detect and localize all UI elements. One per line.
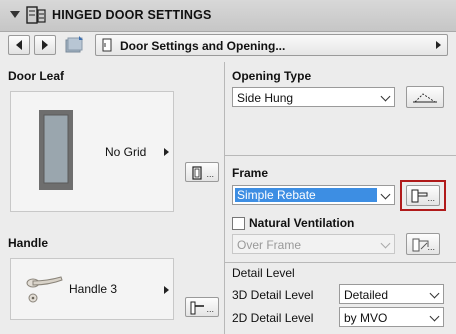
chevron-down-icon	[380, 91, 391, 102]
detail-level-heading: Detail Level	[232, 266, 295, 280]
door-page-icon	[102, 38, 112, 52]
opening-type-heading: Opening Type	[232, 69, 312, 83]
next-page-button[interactable]	[34, 35, 56, 55]
detail-level-3d-value: Detailed	[344, 288, 389, 302]
handle-label: Handle 3	[69, 282, 118, 296]
chevron-right-icon	[164, 148, 169, 156]
handle-settings-icon	[190, 301, 204, 315]
arrow-right-icon	[42, 40, 48, 50]
natural-ventilation-label: Natural Ventilation	[249, 216, 355, 230]
handle-preview[interactable]: Handle 3	[10, 258, 174, 320]
previous-page-button[interactable]	[8, 35, 30, 55]
chevron-down-icon	[380, 189, 391, 200]
chevron-down-icon	[380, 238, 391, 249]
chevron-down-icon	[429, 288, 440, 299]
door-settings-icon	[26, 6, 46, 24]
door-leaf-preview[interactable]: No Grid	[10, 91, 174, 212]
ventilation-select[interactable]: Over Frame	[232, 234, 395, 254]
door-leaf-heading: Door Leaf	[8, 69, 65, 83]
page-selector-label: Door Settings and Opening...	[120, 39, 286, 53]
ventilation-settings-button[interactable]: ...	[406, 233, 440, 255]
detail-level-3d-select[interactable]: Detailed	[339, 284, 444, 304]
opening-settings-icon	[413, 93, 437, 103]
page-selector-dropdown[interactable]: Door Settings and Opening...	[95, 34, 448, 56]
frame-value: Simple Rebate	[235, 188, 377, 202]
opening-settings-button[interactable]	[406, 86, 444, 108]
natural-ventilation-checkbox[interactable]	[232, 217, 245, 230]
door-leaf-thumbnail	[39, 110, 73, 190]
leaf-settings-icon	[192, 166, 202, 180]
frame-settings-icon	[411, 189, 428, 203]
arrow-left-icon	[16, 40, 22, 50]
door-leaf-label: No Grid	[105, 145, 147, 159]
opening-type-value: Side Hung	[237, 91, 294, 105]
detail-level-2d-value: by MVO	[344, 311, 388, 325]
panel-title: HINGED DOOR SETTINGS	[52, 8, 212, 22]
frame-select[interactable]: Simple Rebate	[232, 185, 395, 205]
detail-level-3d-label: 3D Detail Level	[232, 288, 314, 302]
frame-heading: Frame	[232, 166, 269, 180]
chevron-right-icon	[436, 41, 441, 49]
chevron-right-icon	[164, 286, 169, 294]
opening-type-select[interactable]: Side Hung	[232, 87, 395, 107]
handle-heading: Handle	[8, 236, 49, 250]
ventilation-value: Over Frame	[237, 238, 302, 252]
leaf-settings-button[interactable]: ...	[185, 162, 219, 182]
handle-thumbnail	[26, 276, 63, 303]
detail-level-2d-label: 2D Detail Level	[232, 311, 314, 325]
chevron-down-icon	[429, 311, 440, 322]
chevron-down-icon[interactable]	[10, 11, 20, 18]
frame-settings-button[interactable]: ...	[406, 185, 440, 206]
favorites-icon[interactable]	[64, 35, 86, 55]
detail-level-2d-select[interactable]: by MVO	[339, 307, 444, 327]
handle-settings-button[interactable]: ...	[185, 297, 219, 317]
